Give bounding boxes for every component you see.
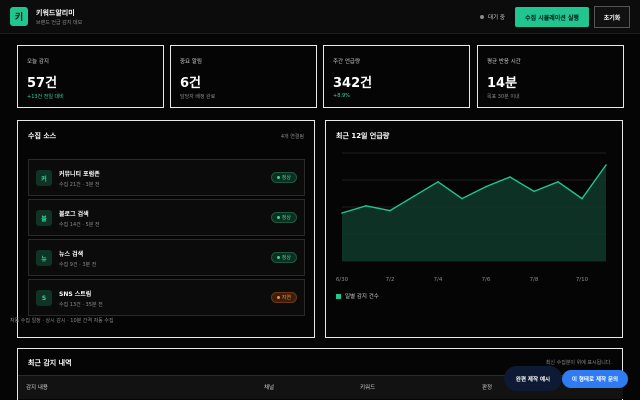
status-badge-label: 정상 bbox=[281, 175, 291, 181]
data-point bbox=[413, 195, 415, 197]
source-list[interactable]: 커 커뮤니티 포럼존 수집 21건 · 3분 전 정상 블 블로그 검색 수집 … bbox=[28, 159, 305, 335]
data-point bbox=[581, 197, 583, 200]
status-text: 대기 중 bbox=[488, 15, 505, 21]
reset-button[interactable]: 초기화 bbox=[594, 6, 630, 28]
stat-card-response: 평균 반응 시간 14분 목표 30분 이내 bbox=[477, 45, 624, 108]
stat-label: 오늘 감지 bbox=[27, 59, 49, 65]
status-badge-label: 지연 bbox=[281, 295, 291, 301]
stat-value: 342건 bbox=[333, 76, 373, 91]
app-logo: 키 bbox=[10, 7, 28, 26]
source-name: SNS 스트림 bbox=[59, 291, 92, 298]
news-icon: 뉴 bbox=[36, 250, 52, 266]
sources-panel: 수집 소스 4개 연결됨 커 커뮤니티 포럼존 수집 21건 · 3분 전 정상… bbox=[17, 120, 315, 338]
source-item-news[interactable]: 뉴 뉴스 검색 수집 9건 · 3분 전 정상 bbox=[28, 239, 305, 276]
status-dot-icon bbox=[276, 216, 280, 219]
chart-legend: 일별 감지 건수 bbox=[336, 292, 379, 300]
data-point bbox=[557, 181, 559, 183]
x-tick-label: 7/10 bbox=[576, 277, 589, 283]
community-icon: 커 bbox=[36, 170, 52, 186]
app-subtitle: 브랜드 언급 감지 데모 bbox=[36, 20, 83, 26]
stat-value: 6건 bbox=[180, 76, 202, 91]
data-point bbox=[341, 212, 343, 214]
data-point bbox=[605, 164, 607, 166]
column-header[interactable]: 감지 내용 bbox=[26, 383, 48, 391]
sources-count: 4개 연결됨 bbox=[280, 134, 304, 140]
status-badge-label: 정상 bbox=[281, 215, 291, 221]
source-meta: 수집 21건 · 3분 전 bbox=[59, 182, 100, 188]
source-name: 커뮤니티 포럼존 bbox=[59, 171, 100, 178]
column-header[interactable]: 채널 bbox=[264, 383, 274, 391]
status-badge: 정상 bbox=[270, 172, 297, 183]
data-point bbox=[389, 209, 391, 212]
stat-sub: 목표 30분 이내 bbox=[487, 94, 520, 100]
data-point bbox=[533, 190, 535, 193]
source-item-sns[interactable]: S SNS 스트림 수집 13건 · 35분 전 지연 bbox=[28, 279, 305, 316]
demo-example-button[interactable]: 완편 제작 예시 bbox=[504, 366, 562, 391]
history-title: 최근 감지 내역 bbox=[28, 359, 72, 367]
source-meta: 수집 14건 · 5분 전 bbox=[59, 222, 100, 228]
stat-card-today: 오늘 감지 57건 +13건 전일 대비 bbox=[17, 45, 164, 108]
app-title: 키워드알리미 bbox=[36, 9, 75, 17]
source-meta: 수집 13건 · 35분 전 bbox=[59, 302, 103, 308]
status-dot-icon bbox=[276, 256, 280, 259]
x-tick-label: 6/30 bbox=[336, 277, 349, 283]
stat-label: 중요 알림 bbox=[180, 59, 202, 65]
x-tick-label: 7/2 bbox=[386, 277, 395, 283]
stat-label: 평균 반응 시간 bbox=[487, 59, 521, 65]
source-name: 블로그 검색 bbox=[59, 211, 89, 218]
stat-card-weekly: 주간 언급량 342건 +8.9% bbox=[323, 45, 470, 108]
stat-sub: +13건 전일 대비 bbox=[27, 94, 64, 100]
data-point bbox=[365, 205, 367, 207]
x-tick-label: 7/6 bbox=[482, 277, 491, 283]
data-point bbox=[461, 197, 463, 200]
status-badge: 지연 bbox=[270, 292, 297, 303]
status-dot-icon bbox=[480, 15, 484, 19]
run-simulation-button[interactable]: 수집 시뮬레이션 실행 bbox=[515, 7, 589, 27]
x-tick-label: 7/4 bbox=[434, 277, 443, 283]
stat-label: 주간 언급량 bbox=[333, 59, 361, 65]
history-meta: 최신 수집분이 위에 표시됩니다. bbox=[545, 360, 612, 366]
stat-value: 14분 bbox=[487, 76, 518, 91]
stat-value: 57건 bbox=[27, 76, 58, 91]
stat-card-important: 중요 알림 6건 담당자 배정 완료 bbox=[170, 45, 317, 108]
x-tick-label: 7/8 bbox=[530, 277, 539, 283]
legend-swatch-icon bbox=[336, 293, 341, 299]
data-point bbox=[437, 181, 439, 183]
status-badge: 정상 bbox=[270, 252, 297, 263]
status-dot-icon bbox=[276, 296, 280, 299]
sources-title: 수집 소스 bbox=[28, 132, 57, 140]
source-meta: 수집 9건 · 3분 전 bbox=[59, 262, 97, 268]
inquiry-button[interactable]: 이 형태로 제작 문의 bbox=[562, 370, 628, 388]
column-header[interactable]: 판정 bbox=[482, 383, 492, 391]
source-item-blog[interactable]: 블 블로그 검색 수집 14건 · 5분 전 정상 bbox=[28, 199, 305, 236]
data-point bbox=[485, 185, 487, 188]
status-dot-icon bbox=[276, 176, 280, 179]
area-fill bbox=[342, 165, 606, 261]
source-name: 뉴스 검색 bbox=[59, 251, 84, 258]
blog-icon: 블 bbox=[36, 210, 52, 226]
column-header[interactable]: 키워드 bbox=[360, 383, 375, 391]
status-badge: 정상 bbox=[270, 212, 297, 223]
stat-sub: +8.9% bbox=[333, 93, 350, 99]
legend-label: 일별 감지 건수 bbox=[345, 294, 379, 300]
status-indicator: 대기 중 bbox=[480, 13, 505, 21]
sources-footer: 자동 수집 일정 · 상시 감시 · 10분 간격 자동 수집 bbox=[10, 318, 114, 324]
trend-chart: 6/30 7/2 7/4 7/6 7/8 7/10 bbox=[336, 152, 607, 283]
trend-panel: 최근 12일 언급량 6/30 7/2 7/4 7/6 7/8 7/10 일별 감지 건수 bbox=[325, 120, 623, 338]
status-badge-label: 정상 bbox=[281, 255, 291, 261]
app-header: 키 키워드알리미 브랜드 언급 감지 데모 대기 중 수집 시뮬레이션 실행 초… bbox=[0, 0, 640, 34]
data-point bbox=[509, 176, 511, 178]
stat-sub: 담당자 배정 완료 bbox=[180, 94, 216, 100]
sns-icon: S bbox=[36, 290, 52, 306]
source-item-community[interactable]: 커 커뮤니티 포럼존 수집 21건 · 3분 전 정상 bbox=[28, 159, 305, 196]
